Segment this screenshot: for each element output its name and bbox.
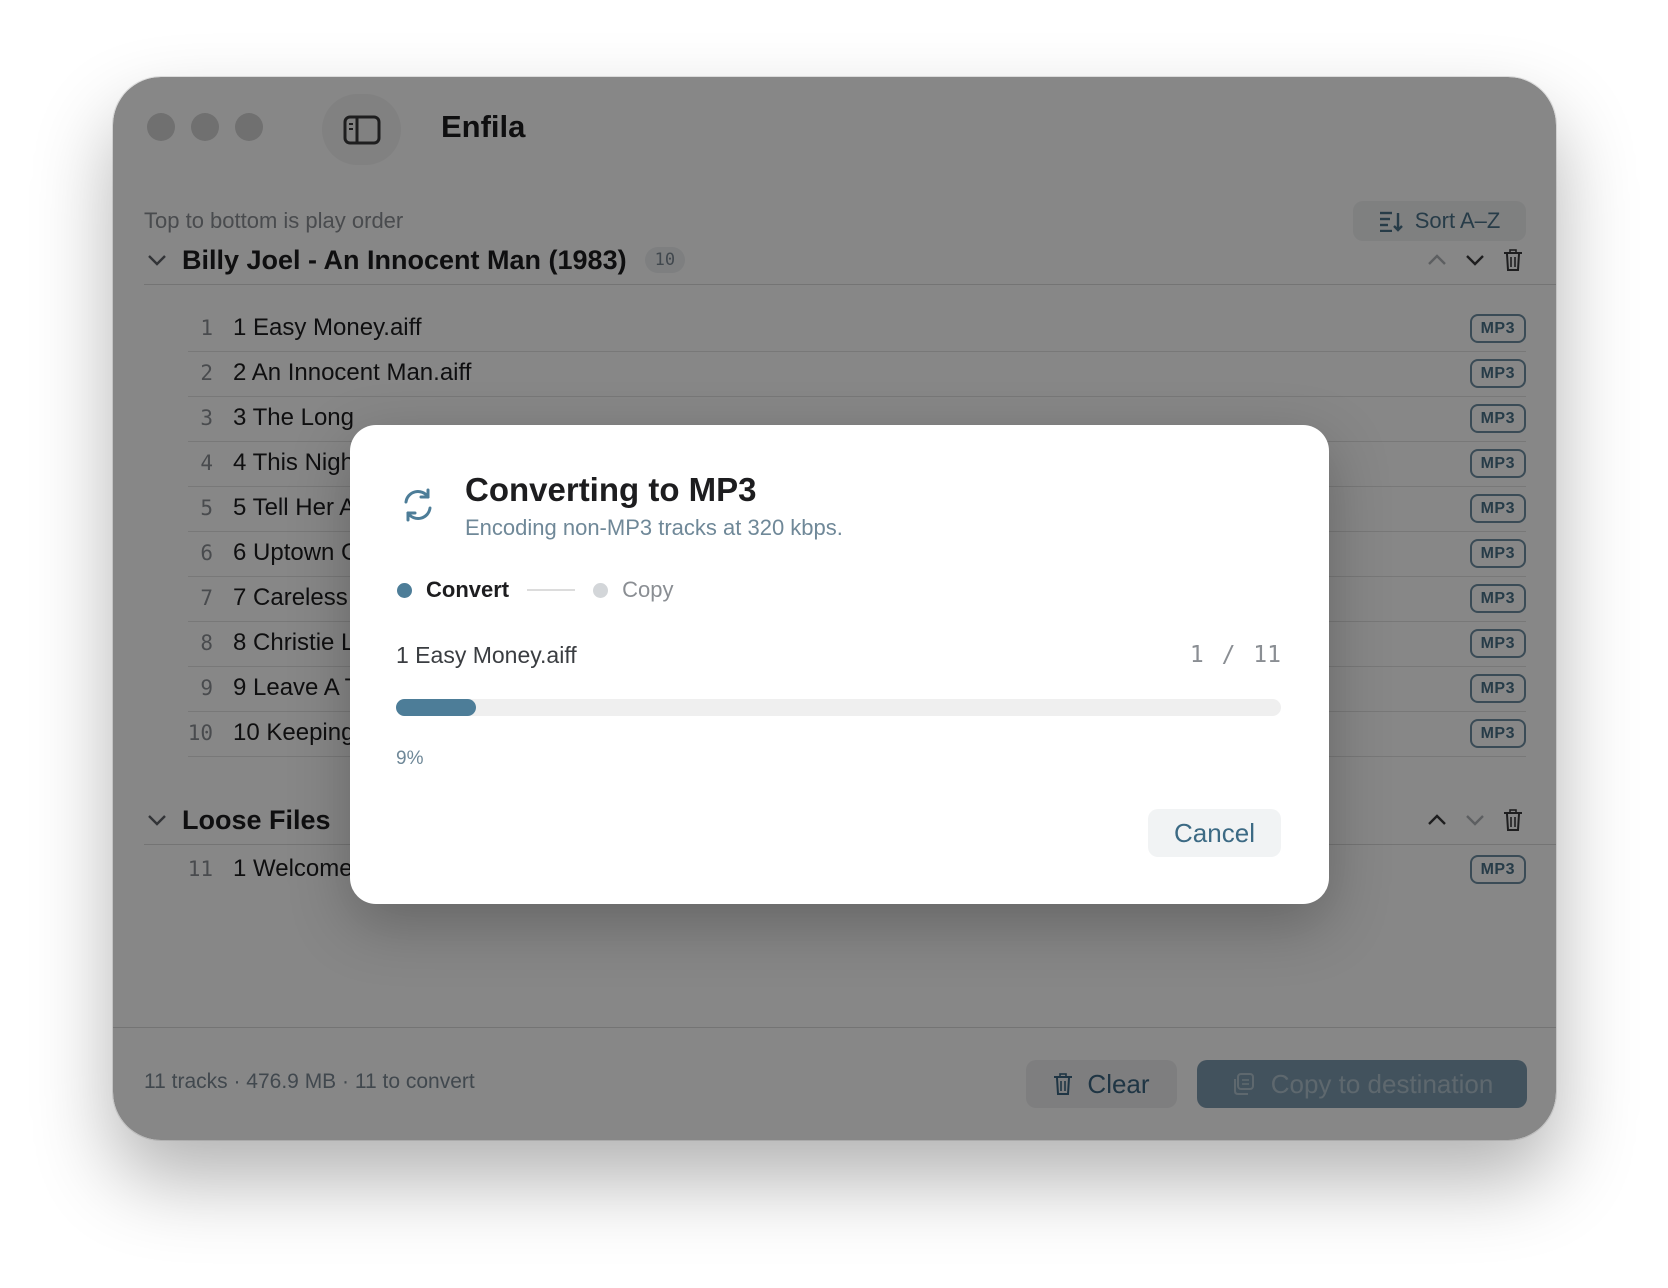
step-convert-label: Convert: [426, 577, 510, 602]
sync-arrows-icon: [404, 488, 432, 522]
dialog-title: Converting to MP3: [465, 471, 757, 508]
file-counter: 1 / 11: [1189, 642, 1281, 668]
step-dot-pending: [593, 582, 609, 598]
step-indicator: Convert Copy: [397, 577, 673, 603]
progress-bar-fill: [396, 699, 476, 716]
step-dot-active: [397, 582, 412, 598]
step-copy-label: Copy: [622, 577, 674, 602]
step-connector: [527, 589, 576, 591]
progress-percent: 9%: [396, 748, 424, 769]
progress-bar: [396, 699, 1281, 716]
conversion-dialog: Converting to MP3 Encoding non-MP3 track…: [350, 425, 1329, 904]
dialog-subtitle: Encoding non-MP3 tracks at 320 kbps.: [465, 515, 843, 540]
cancel-button[interactable]: Cancel: [1148, 809, 1281, 857]
current-file-name: 1 Easy Money.aiff: [396, 642, 577, 668]
